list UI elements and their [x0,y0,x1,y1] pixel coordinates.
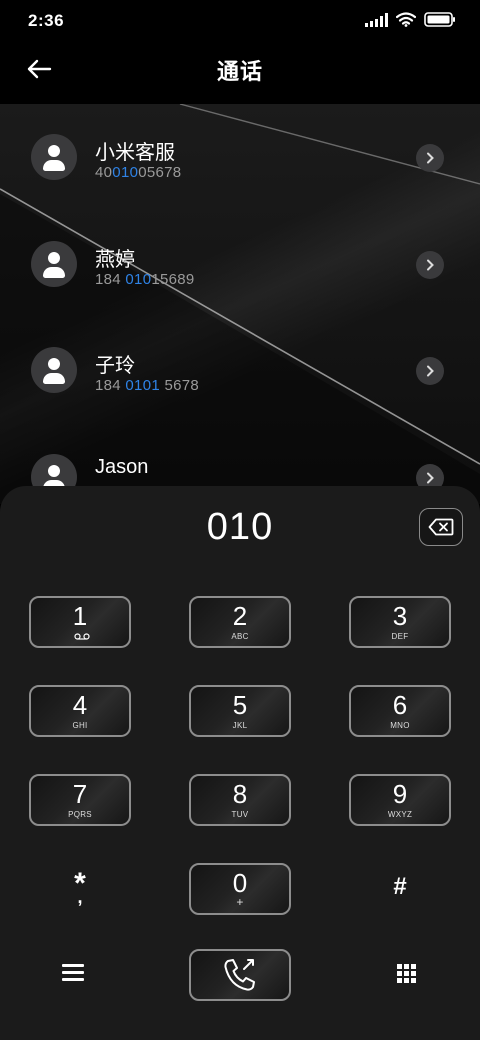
person-icon [31,241,77,287]
key-0[interactable]: 0 + [189,863,291,915]
key-digit: 7 [72,779,88,809]
key-letters: TUV [231,810,249,819]
contact-name: 小米客服 [95,142,175,164]
key-1[interactable]: 1 [29,596,131,648]
key-letters: GHI [72,721,88,730]
chevron-right-icon [427,259,434,271]
backspace-icon [428,518,454,536]
contact-results-list[interactable]: 小米客服 4001005678 燕婷 184 01015689 子玲 184 0… [0,104,480,504]
key-digit: 5 [232,690,248,720]
contact-number: 184 01015689 [95,271,195,288]
chevron-right-icon [427,472,434,484]
key-letters: PQRS [68,810,92,819]
contact-item[interactable]: 小米客服 4001005678 [0,104,480,194]
key-letters: DEF [391,632,409,641]
contact-name: 燕婷 [95,249,135,271]
contact-detail-button[interactable] [416,251,444,279]
signal-icon [365,12,388,27]
backspace-button[interactable] [419,508,463,546]
key-digit: 0 [232,868,248,898]
phone-call-icon [224,959,255,991]
contact-name: Jason [95,456,149,478]
key-letters: ABC [231,632,249,641]
contact-number: 4001005678 [95,164,182,181]
status-time: 2:36 [28,11,65,30]
key-3[interactable]: 3 DEF [349,596,451,648]
key-star[interactable]: * , [29,863,131,915]
key-2[interactable]: 2 ABC [189,596,291,648]
status-icons [365,12,456,27]
contact-number: 184 0101 5678 [95,377,200,394]
key-letters: WXYZ [387,810,413,819]
person-icon [31,134,77,180]
key-digit: 1 [72,601,88,631]
key-digit: 4 [72,690,88,720]
key-7[interactable]: 7 PQRS [29,774,131,826]
contact-item[interactable]: 子玲 184 0101 5678 [0,317,480,407]
key-digit: 2 [232,601,248,631]
contact-detail-button[interactable] [416,144,444,172]
dialed-number: 010 [206,506,274,548]
key-digit: 6 [392,690,408,720]
chevron-right-icon [427,152,434,164]
key-digit: 8 [232,779,248,809]
contact-name: 子玲 [95,355,135,377]
status-bar: 2:36 [0,0,480,40]
contact-item[interactable]: 燕婷 184 01015689 [0,211,480,301]
call-button[interactable] [189,949,291,1001]
dialpad-panel: 010 1 2 ABC 3 DEF 4 GHI 5 JKL 6 MNO 7 PQ… [0,486,480,1040]
key-star-comma: , [77,887,83,907]
header: 通话 [0,40,480,104]
key-letters: MNO [390,721,410,730]
key-9[interactable]: 9 WXYZ [349,774,451,826]
battery-icon [424,12,455,27]
key-digit: 3 [392,601,408,631]
key-letters: JKL [232,721,248,730]
key-digit: 9 [392,779,408,809]
key-letters: + [236,895,244,909]
key-6[interactable]: 6 MNO [349,685,451,737]
person-icon [31,347,77,393]
key-5[interactable]: 5 JKL [189,685,291,737]
wifi-icon [396,12,416,27]
voicemail-icon [74,633,90,640]
key-hash-symbol: # [393,873,407,900]
page-title: 通话 [216,59,263,84]
dialpad-icon[interactable] [394,962,418,986]
key-8[interactable]: 8 TUV [189,774,291,826]
key-hash[interactable]: # [349,863,451,915]
chevron-right-icon [427,365,434,377]
contact-detail-button[interactable] [416,357,444,385]
key-4[interactable]: 4 GHI [29,685,131,737]
menu-icon[interactable] [62,964,84,982]
